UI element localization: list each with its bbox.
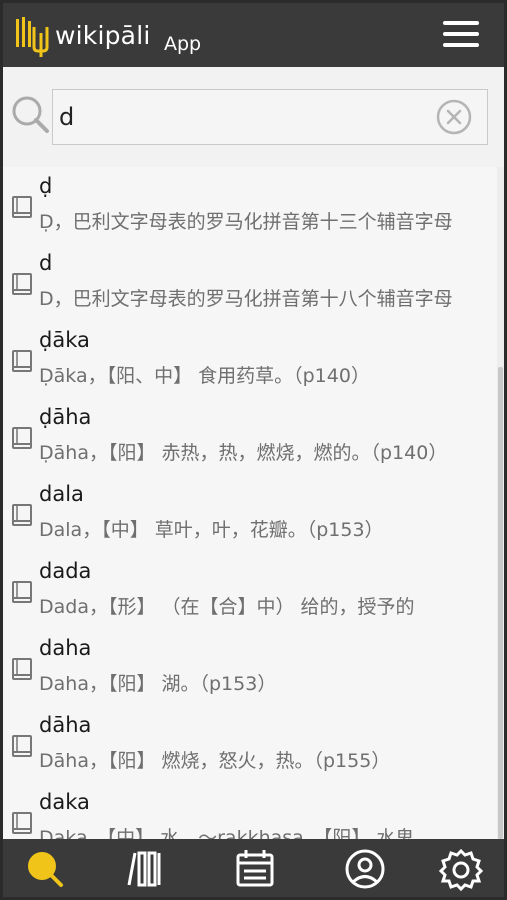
result-item[interactable]: ḍāka Ḍāka，【阳、中】 食用药草。（p140） — [3, 321, 497, 398]
result-meaning: Daha，【阳】 湖。（p153） — [39, 673, 277, 695]
search-icon — [28, 852, 63, 887]
result-meaning: Ḍ，巴利文字母表的罗马化拼音第十三个辅音字母 — [39, 211, 453, 233]
tab-settings[interactable] — [439, 847, 483, 891]
menu-icon — [443, 21, 479, 25]
bottom-tab-bar — [3, 839, 504, 897]
tab-library[interactable] — [123, 847, 167, 891]
search-bar — [3, 67, 504, 167]
app-frame: wikipāli App ḍ Ḍ，巴利文字母表的罗马化拼音第十三个辅音字母 d D，巴… — [3, 3, 504, 897]
result-term: ḍ — [39, 174, 53, 198]
result-meaning: Dala，【中】 草叶，叶，花瓣。（p153） — [39, 519, 384, 541]
library-icon — [127, 851, 161, 887]
book-icon — [12, 504, 32, 526]
book-icon — [12, 658, 32, 680]
result-item[interactable]: daha Daha，【阳】 湖。（p153） — [3, 629, 497, 706]
result-meaning: Ḍāka，【阳、中】 食用药草。（p140） — [39, 365, 370, 387]
tab-profile[interactable] — [343, 847, 387, 891]
search-input[interactable] — [52, 89, 488, 145]
result-item[interactable]: ḍ Ḍ，巴利文字母表的罗马化拼音第十三个辅音字母 — [3, 167, 497, 244]
book-icon — [12, 350, 32, 372]
menu-button[interactable] — [443, 21, 479, 51]
book-icon — [12, 735, 32, 757]
results-scrollbar[interactable] — [497, 167, 504, 839]
result-item[interactable]: dada Dada，【形】 （在【合】中） 给的，授予的 — [3, 552, 497, 629]
result-term: dada — [39, 559, 92, 583]
result-meaning: D，巴利文字母表的罗马化拼音第十八个辅音字母 — [39, 288, 453, 310]
app-header: wikipāli App — [3, 3, 504, 67]
result-item[interactable]: d D，巴利文字母表的罗马化拼音第十八个辅音字母 — [3, 244, 497, 321]
result-item[interactable]: ḍāha Ḍāha，【阳】 赤热，热，燃烧，燃的。（p140） — [3, 398, 497, 475]
search-icon — [12, 96, 49, 133]
gear-icon — [439, 848, 483, 891]
book-icon — [12, 581, 32, 603]
result-meaning: Ḍāha，【阳】 赤热，热，燃烧，燃的。（p140） — [39, 442, 448, 464]
result-term: dala — [39, 482, 84, 506]
scroll-thumb[interactable] — [498, 367, 503, 839]
result-meaning: Dada，【形】 （在【合】中） 给的，授予的 — [39, 596, 415, 618]
tab-search[interactable] — [23, 847, 67, 891]
app-brand: wikipāli — [55, 21, 151, 50]
book-icon — [12, 196, 32, 218]
tab-calendar[interactable] — [233, 847, 277, 891]
wikipali-logo-icon — [16, 17, 49, 57]
result-term: ḍāha — [39, 405, 92, 429]
result-meaning: Daka，【中】 水。～rakkhasa，【阳】 水鬼 — [39, 827, 415, 839]
app-brand-sub: App — [164, 33, 202, 55]
book-icon — [12, 427, 32, 449]
book-icon — [12, 812, 32, 834]
result-item[interactable]: daka Daka，【中】 水。～rakkhasa，【阳】 水鬼 — [3, 783, 497, 839]
result-term: d — [39, 251, 53, 275]
book-icon — [12, 273, 32, 295]
results-list: ḍ Ḍ，巴利文字母表的罗马化拼音第十三个辅音字母 d D，巴利文字母表的罗马化拼音第十… — [3, 167, 504, 839]
clear-search-icon[interactable] — [435, 98, 473, 136]
result-term: dāha — [39, 713, 92, 737]
result-term: daha — [39, 636, 92, 660]
result-term: ḍāka — [39, 328, 90, 352]
calendar-icon — [236, 850, 274, 887]
user-icon — [345, 849, 385, 889]
result-term: daka — [39, 790, 90, 814]
result-item[interactable]: dāha Dāha，【阳】 燃烧，怒火，热。（p155） — [3, 706, 497, 783]
result-meaning: Dāha，【阳】 燃烧，怒火，热。（p155） — [39, 750, 391, 772]
result-item[interactable]: dala Dala，【中】 草叶，叶，花瓣。（p153） — [3, 475, 497, 552]
